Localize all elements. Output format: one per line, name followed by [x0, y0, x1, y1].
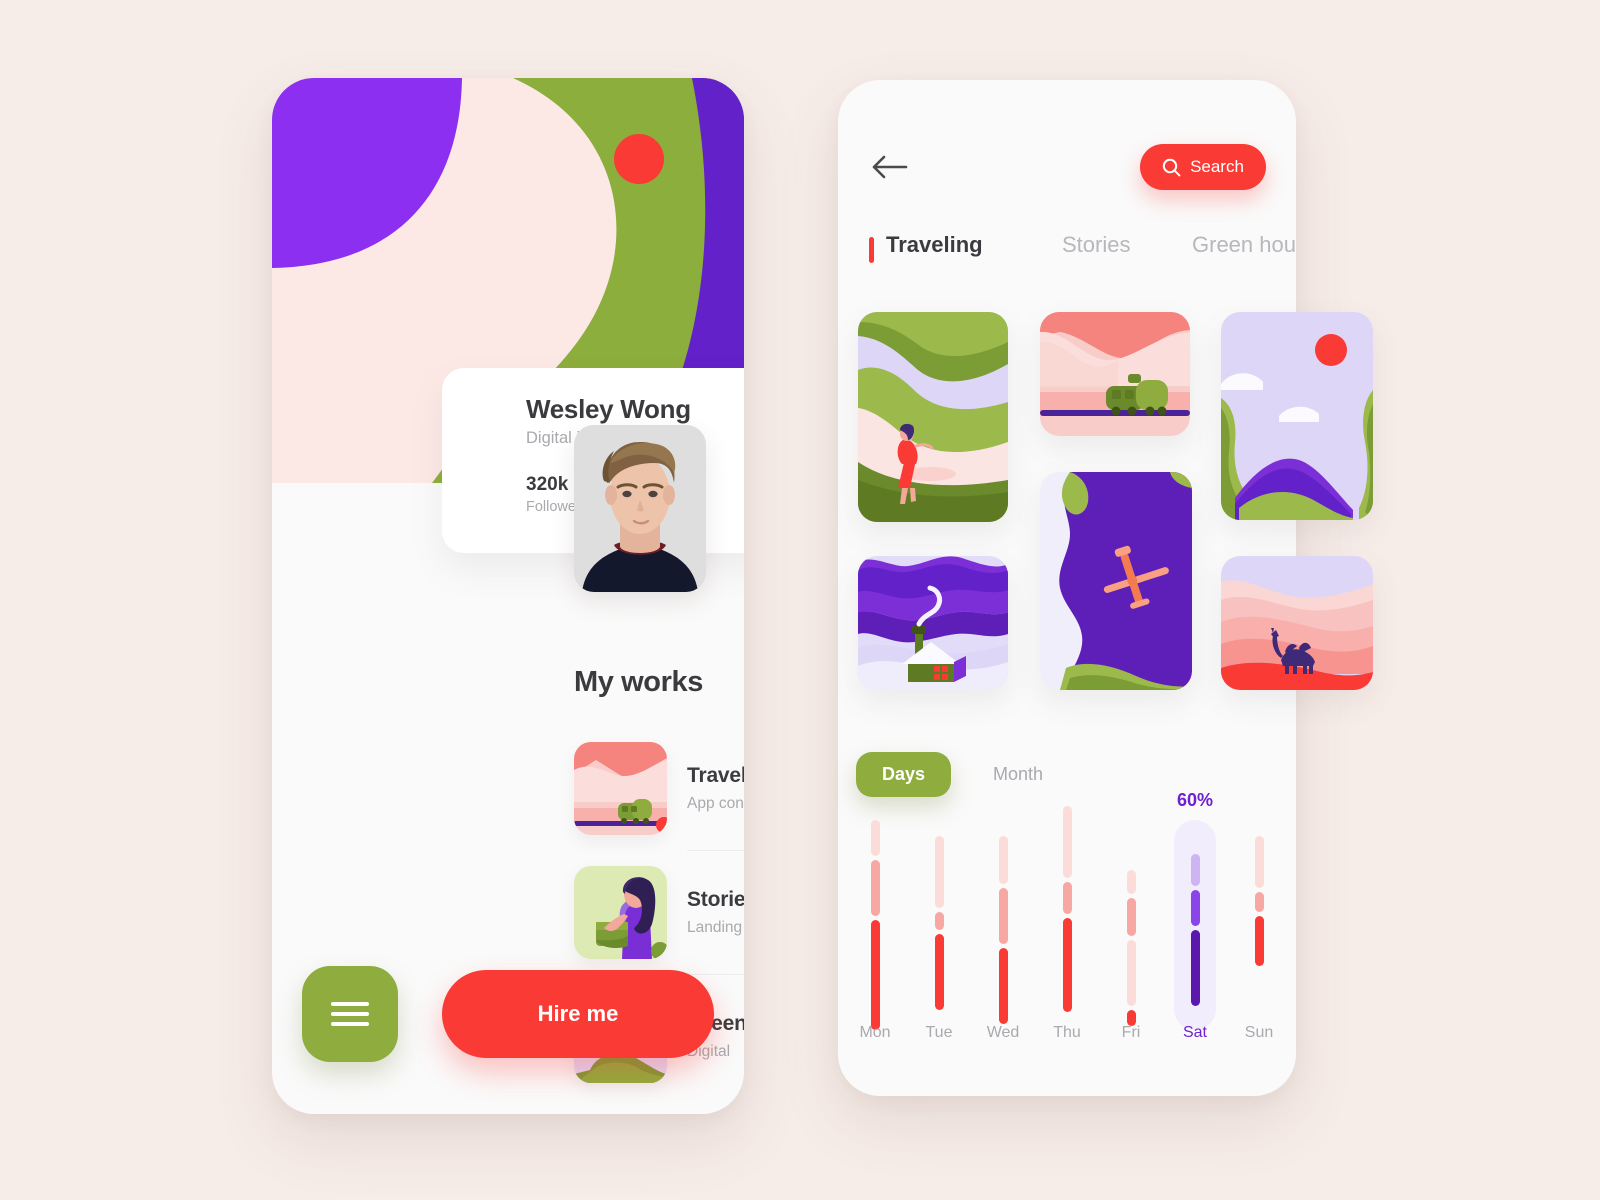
- list-item[interactable]: Traveling App concept $367: [574, 726, 744, 850]
- chart-label-wed: Wed: [986, 1024, 1020, 1041]
- category-tabs: Traveling Stories Green hous: [838, 232, 1296, 280]
- snow-cabin-night-illustration-icon: [858, 556, 1008, 690]
- work-meta: Traveling App concept: [687, 764, 744, 813]
- back-button[interactable]: [868, 152, 912, 182]
- tab-traveling[interactable]: Traveling: [886, 232, 983, 258]
- chart-column-mon[interactable]: Mon: [846, 792, 904, 1052]
- hire-me-button[interactable]: Hire me: [442, 970, 714, 1058]
- work-thumbnail: [574, 865, 667, 959]
- gallery-grid: [838, 312, 1398, 706]
- weekly-activity-chart: Mon Tue Wed Thu Fri 60% Sat Sun: [838, 790, 1296, 1052]
- chart-label-tue: Tue: [925, 1024, 953, 1041]
- work-name: Traveling: [687, 763, 744, 787]
- active-tab-marker: [869, 237, 874, 263]
- search-label: Search: [1190, 157, 1244, 176]
- work-subtitle: App concept: [687, 794, 744, 812]
- range-days[interactable]: Days: [856, 752, 952, 797]
- work-meta: Stories Landing pages: [687, 888, 744, 937]
- hamburger-icon: [331, 996, 369, 1032]
- work-thumbnail: [574, 741, 667, 835]
- airplane-over-land-illustration-icon: [1040, 472, 1192, 690]
- chart-label-thu: Thu: [1053, 1024, 1081, 1041]
- train-on-track-illustration-icon: [1040, 312, 1190, 436]
- gallery-card-snow-cabin-night[interactable]: [858, 556, 1008, 690]
- chart-label-sat: Sat: [1182, 1024, 1207, 1041]
- chart-column-wed[interactable]: Wed: [974, 792, 1032, 1052]
- search-icon: [1162, 158, 1181, 176]
- menu-button[interactable]: [302, 966, 398, 1062]
- app-canvas: Wesley Wong Digital illustrator 320k Fol…: [0, 0, 1600, 1200]
- page-title: My works: [574, 666, 703, 698]
- list-item[interactable]: Stories Landing pages $269: [574, 850, 744, 974]
- range-month[interactable]: Month: [967, 752, 1069, 797]
- profile-phone-screen: Wesley Wong Digital illustrator 320k Fol…: [272, 78, 744, 1114]
- chart-label-mon: Mon: [859, 1024, 891, 1041]
- woman-illustration-icon: [574, 865, 667, 959]
- chart-label-fri: Fri: [1121, 1024, 1141, 1041]
- avatar-photo-icon: [574, 425, 706, 592]
- chart-column-sat[interactable]: 60% Sat: [1166, 790, 1224, 1052]
- tab-stories[interactable]: Stories: [1062, 232, 1130, 258]
- chart-column-fri[interactable]: Fri: [1102, 792, 1160, 1052]
- work-name: Stories: [687, 887, 744, 911]
- camel-in-desert-illustration-icon: [1221, 556, 1373, 690]
- gallery-card-mountain-with-sun[interactable]: [1221, 312, 1373, 520]
- tab-greenhouse[interactable]: Green hous: [1192, 232, 1296, 258]
- chart-highlight-value: 60%: [1176, 790, 1214, 810]
- chart-label-sun: Sun: [1244, 1024, 1274, 1041]
- profile-name: Wesley Wong: [526, 394, 691, 424]
- mountain-with-sun-illustration-icon: [1221, 312, 1373, 520]
- search-button[interactable]: Search: [1140, 144, 1266, 190]
- gallery-card-train-on-track[interactable]: [1040, 312, 1190, 436]
- hire-me-label: Hire me: [537, 1001, 619, 1026]
- gallery-card-woman-walking-road[interactable]: [858, 312, 1008, 522]
- work-subtitle: Landing pages: [687, 918, 744, 936]
- gallery-card-camel-in-desert[interactable]: [1221, 556, 1373, 690]
- chart-column-thu[interactable]: Thu: [1038, 792, 1096, 1052]
- avatar: [574, 425, 706, 592]
- chart-column-tue[interactable]: Tue: [910, 792, 968, 1052]
- train-illustration-icon: [574, 741, 667, 835]
- arrow-left-icon: [872, 155, 908, 179]
- woman-walking-road-illustration-icon: [858, 312, 1008, 522]
- chart-column-sun[interactable]: Sun: [1230, 792, 1288, 1052]
- range-toggle: Days Month: [856, 752, 1069, 797]
- gallery-card-airplane-over-land[interactable]: [1040, 472, 1192, 690]
